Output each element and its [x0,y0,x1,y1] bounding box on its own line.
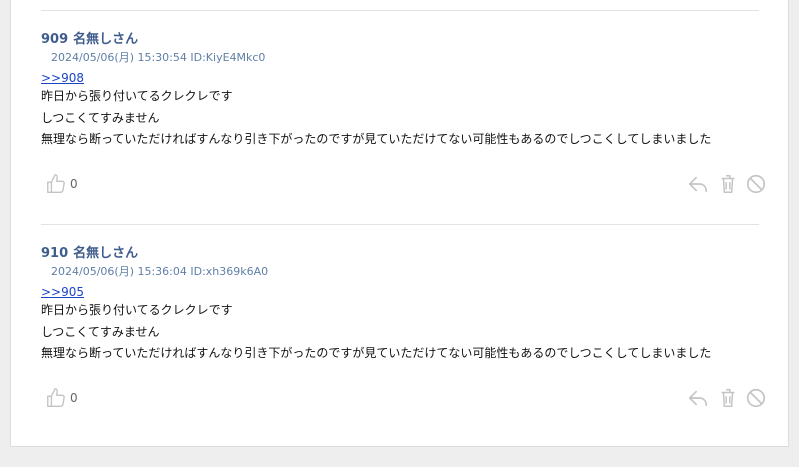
ban-icon[interactable] [745,173,767,195]
thread-panel: 909 名無しさん 2024/05/06(月) 15:30:54 ID:KiyE4… [10,0,789,447]
post-910: 910 名無しさん 2024/05/06(月) 15:36:04 ID:xh369… [41,245,771,365]
post-header: 909 名無しさん [41,31,771,49]
post-header: 910 名無しさん [41,245,771,263]
poster-name: 名無しさん [73,246,139,261]
thumbs-up-icon [47,174,65,193]
reply-icon[interactable] [687,387,709,409]
reply-anchor-link[interactable]: >>905 [41,282,84,300]
post-909: 909 名無しさん 2024/05/06(月) 15:30:54 ID:KiyE4… [41,31,771,151]
post-body-line: 昨日から張り付いてるクレクレです [41,89,233,103]
like-button[interactable]: 0 [45,173,78,195]
post-body-line: 昨日から張り付いてるクレクレです [41,303,233,317]
post-body-line: 無理なら断っていただければすんなり引き下がったのですが見ていただけてない可能性も… [41,132,712,146]
post-divider [41,224,759,225]
like-count: 0 [70,391,78,405]
post-body-line: しつこくてすみません [41,324,160,339]
post-actions: 0 [41,387,771,411]
post-body-line: 無理なら断っていただければすんなり引き下がったのですが見ていただけてない可能性も… [41,346,712,360]
post-number: 910 [41,246,69,261]
like-count: 0 [70,177,78,191]
reply-anchor-link[interactable]: >>908 [41,68,84,86]
thumbs-up-icon [47,388,65,407]
post-number: 909 [41,32,69,47]
like-button[interactable]: 0 [45,387,78,409]
post-meta: 2024/05/06(月) 15:36:04 ID:xh369k6A0 [51,265,269,278]
post-divider [41,10,759,11]
poster-name: 名無しさん [73,32,139,47]
ban-icon[interactable] [745,387,767,409]
reply-icon[interactable] [687,173,709,195]
trash-icon[interactable] [717,387,739,409]
post-actions: 0 [41,173,771,197]
trash-icon[interactable] [717,173,739,195]
post-body-line: しつこくてすみません [41,110,160,125]
post-meta: 2024/05/06(月) 15:30:54 ID:KiyE4Mkc0 [51,51,266,64]
